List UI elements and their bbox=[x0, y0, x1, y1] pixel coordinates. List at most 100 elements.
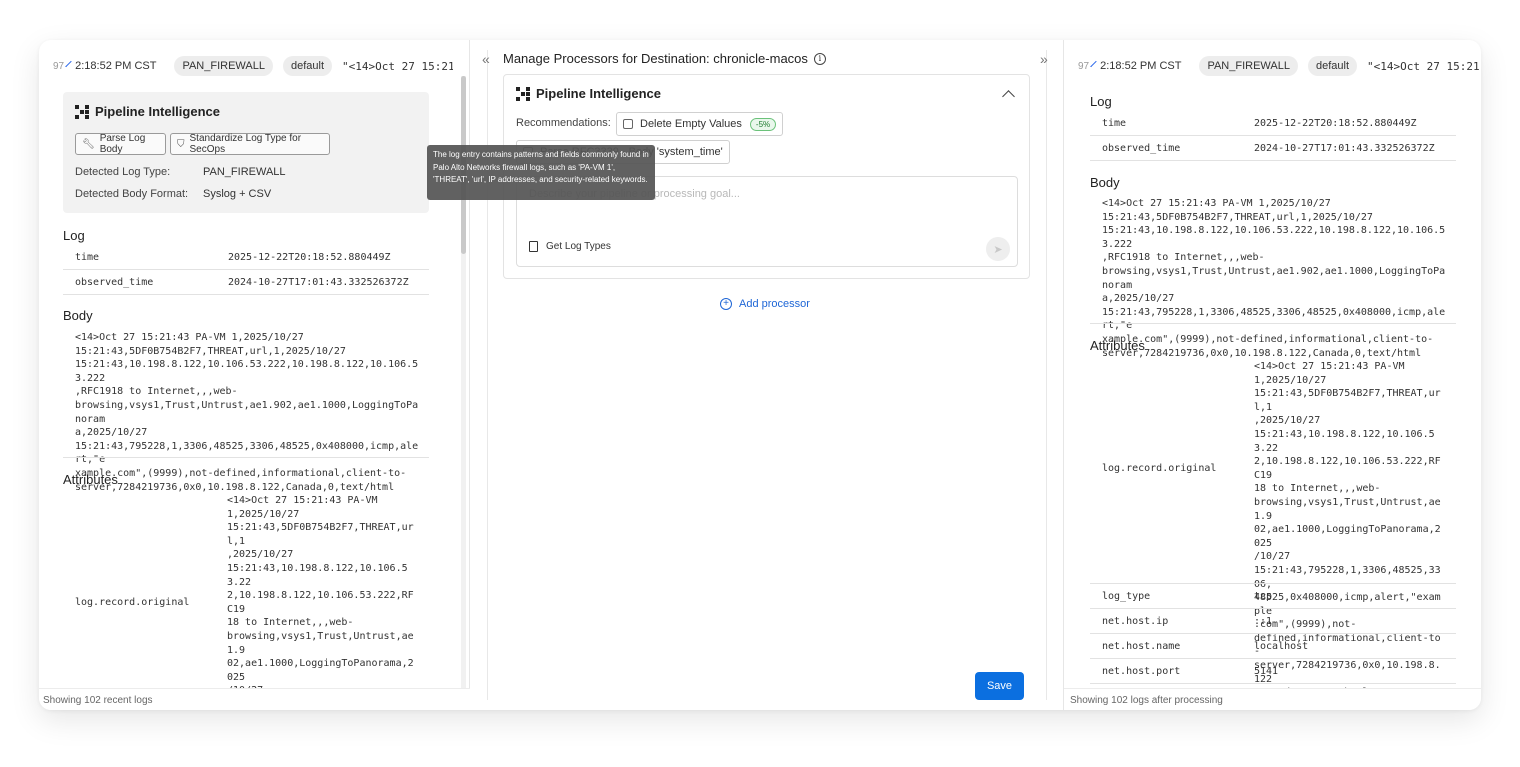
recommendations-label: Recommendations: bbox=[516, 117, 611, 129]
attributes-section-title: Attributes bbox=[1090, 338, 1145, 353]
attribute-key: net.host.port bbox=[1102, 666, 1181, 677]
send-button[interactable]: ➤ bbox=[986, 237, 1010, 261]
page-title: Manage Processors for Destination: chron… bbox=[503, 51, 826, 66]
namespace-badge: default bbox=[282, 56, 333, 76]
log-index: 97 bbox=[1078, 60, 1090, 72]
parse-log-body-button[interactable]: 🔧︎ Parse Log Body bbox=[75, 133, 166, 155]
log-field-key: observed_time bbox=[1102, 143, 1181, 154]
savings-badge: -5% bbox=[749, 117, 777, 131]
send-icon: ➤ bbox=[993, 243, 1003, 256]
page-title-text: Manage Processors for Destination: chron… bbox=[503, 51, 808, 66]
wrench-icon: 🔧︎ bbox=[82, 138, 95, 150]
save-button[interactable]: Save bbox=[975, 672, 1024, 700]
collapse-right-icon[interactable]: » bbox=[1040, 51, 1048, 67]
body-section-title: Body bbox=[1090, 175, 1120, 190]
log-count-footer: Showing 102 recent logs bbox=[43, 695, 153, 706]
attribute-row: net.host.name localhost bbox=[1090, 634, 1456, 659]
log-section-title: Log bbox=[63, 228, 85, 243]
processed-count-footer: Showing 102 logs after processing bbox=[1070, 695, 1223, 706]
plus-circle-icon: + bbox=[720, 298, 732, 310]
log-message-preview: "<14>Oct 27 15:21:43 F bbox=[1367, 59, 1481, 73]
add-processor-label: Add processor bbox=[739, 298, 810, 310]
divider bbox=[63, 457, 429, 458]
shield-icon: ⛉ bbox=[177, 138, 185, 150]
attribute-row: log_type tcp bbox=[1090, 584, 1456, 609]
log-section-title: Log bbox=[1090, 94, 1112, 109]
log-entry-header[interactable]: 97 2:18:52 PM CST PAN_FIREWALL default "… bbox=[1064, 54, 1481, 78]
log-field-row: observed_time 2024-10-27T17:01:43.332526… bbox=[63, 270, 429, 295]
output-logs-panel: 97 2:18:52 PM CST PAN_FIREWALL default "… bbox=[1063, 40, 1481, 710]
log-body-text: <14>Oct 27 15:21:43 PA-VM 1,2025/10/27 1… bbox=[75, 332, 419, 493]
standardize-log-type-label: Standardize Log Type for SecOps bbox=[189, 133, 302, 155]
add-processor-button[interactable]: + Add processor bbox=[720, 298, 810, 310]
attribute-value: localhost bbox=[1254, 641, 1309, 652]
detected-log-type-row: Detected Log Type: PAN_FIREWALL bbox=[75, 166, 286, 178]
attribute-key: net.host.name bbox=[1102, 641, 1181, 652]
source-badge: PAN_FIREWALL bbox=[174, 56, 273, 76]
log-time: 2:18:52 PM CST bbox=[75, 60, 157, 72]
log-field-value: 2024-10-27T17:01:43.33252637​2Z bbox=[1254, 143, 1435, 154]
detected-body-format-row: Detected Body Format: Syslog + CSV bbox=[75, 188, 271, 200]
log-field-row: observed_time 2024-10-27T17:01:43.332526… bbox=[1090, 136, 1456, 161]
log-field-key: time bbox=[75, 252, 100, 263]
log-field-value: 2025-12-22T20:18:52.880449Z bbox=[228, 252, 391, 263]
left-footer-bar: Showing 102 recent logs bbox=[39, 688, 470, 710]
pi-panel-title-text: Pipeline Intelligence bbox=[536, 86, 661, 101]
attribute-row: net.host.ip ::1 bbox=[1090, 609, 1456, 634]
source-badge: PAN_FIREWALL bbox=[1199, 56, 1298, 76]
recommendation-delete-empty-values[interactable]: Delete Empty Values -5% bbox=[616, 112, 784, 136]
log-time: 2:18:52 PM CST bbox=[1100, 60, 1182, 72]
right-footer-bar: Showing 102 logs after processing bbox=[1064, 688, 1481, 710]
log-body-text: <14>Oct 27 15:21:43 PA-VM 1,2025/10/27 1… bbox=[1102, 198, 1446, 359]
log-message-preview: "<14>Oct 27 15:21:43 F bbox=[342, 59, 453, 73]
attribute-row: net.host.port 5141 bbox=[1090, 659, 1456, 684]
attribute-key: net.host.ip bbox=[1102, 616, 1169, 627]
pipeline-intelligence-icon bbox=[516, 86, 530, 101]
attribute-key-cell: log.record.original bbox=[1090, 463, 1240, 483]
detected-log-type-label: Detected Log Type: bbox=[75, 166, 171, 178]
chevron-up-icon[interactable] bbox=[1002, 90, 1015, 103]
pipeline-intelligence-card: Pipeline Intelligence 🔧︎ Parse Log Body … bbox=[63, 92, 429, 213]
attributes-section-title: Attributes bbox=[63, 472, 118, 487]
pi-card-title-text: Pipeline Intelligence bbox=[95, 104, 220, 119]
info-icon[interactable]: i bbox=[813, 52, 826, 65]
collapse-left-icon[interactable]: « bbox=[482, 51, 490, 67]
log-field-row: time 2025-12-22T20:18:52.880449Z bbox=[63, 245, 429, 270]
log-field-value: 2025-12-22T20:18:52.880449Z bbox=[1254, 118, 1417, 129]
attribute-value: <14>Oct 27 15:21:43 PA-VM 1,2025/10/27 1… bbox=[227, 495, 414, 710]
log-field-value: 2024-10-27T17:01:43.33252637​2Z bbox=[228, 277, 409, 288]
document-search-icon bbox=[529, 241, 538, 252]
log-index: 97 bbox=[53, 60, 65, 72]
log-entry-header[interactable]: 97 2:18:52 PM CST PAN_FIREWALL default "… bbox=[39, 54, 453, 78]
divider bbox=[1090, 323, 1456, 324]
attribute-key: log.record.original bbox=[1102, 463, 1217, 474]
pi-card-title: Pipeline Intelligence bbox=[75, 104, 220, 119]
app-window: 97 2:18:52 PM CST PAN_FIREWALL default "… bbox=[39, 40, 1481, 710]
detected-log-type-value: PAN_FIREWALL bbox=[203, 166, 286, 178]
attribute-key: log_type bbox=[1102, 591, 1151, 602]
attribute-key: log.record.original bbox=[75, 597, 190, 608]
pipeline-intelligence-icon bbox=[75, 104, 89, 119]
recommendation-label: Delete Empty Values bbox=[640, 118, 742, 130]
processor-manager-panel: « » Manage Processors for Destination: c… bbox=[470, 40, 1063, 710]
get-log-types-tool[interactable]: Get Log Types bbox=[529, 241, 611, 252]
parse-log-body-label: Parse Log Body bbox=[99, 133, 146, 155]
log-field-row: time 2025-12-22T20:18:52.880449Z bbox=[1090, 111, 1456, 136]
get-log-types-label: Get Log Types bbox=[546, 241, 611, 252]
attribute-value: tcp bbox=[1254, 591, 1273, 602]
processor-icon bbox=[623, 119, 633, 129]
chevron-down-icon[interactable] bbox=[1090, 60, 1097, 68]
log-type-tooltip: The log entry contains patterns and fiel… bbox=[427, 145, 655, 200]
log-field-key: time bbox=[1102, 118, 1127, 129]
namespace-badge: default bbox=[1307, 56, 1358, 76]
log-field-key: observed_time bbox=[75, 277, 154, 288]
attribute-value: ::1 bbox=[1254, 616, 1273, 627]
input-logs-panel: 97 2:18:52 PM CST PAN_FIREWALL default "… bbox=[39, 40, 470, 710]
attribute-key-cell: log.record.original bbox=[63, 597, 213, 617]
attribute-value: 5141 bbox=[1254, 666, 1279, 677]
detected-body-format-label: Detected Body Format: bbox=[75, 188, 189, 200]
chevron-down-icon[interactable] bbox=[65, 60, 72, 68]
standardize-log-type-button[interactable]: ⛉ Standardize Log Type for SecOps bbox=[170, 133, 330, 155]
body-section-title: Body bbox=[63, 308, 93, 323]
pi-panel-title: Pipeline Intelligence bbox=[516, 86, 661, 101]
